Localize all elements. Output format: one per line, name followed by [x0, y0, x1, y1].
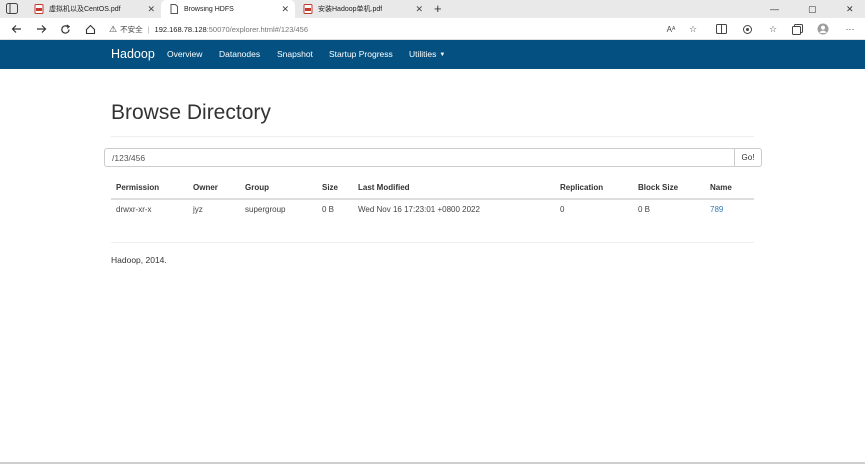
- close-tab-icon[interactable]: ✕: [415, 4, 423, 14]
- cell-block-size: 0 B: [638, 205, 651, 214]
- header-replication[interactable]: Replication: [560, 183, 603, 192]
- profile-avatar[interactable]: [816, 22, 830, 36]
- page-title: Browse Directory: [111, 101, 271, 124]
- tab-actions-icon[interactable]: [6, 3, 20, 15]
- header-owner[interactable]: Owner: [193, 183, 218, 192]
- refresh-icon[interactable]: [58, 22, 72, 36]
- table-header-divider: [111, 198, 754, 200]
- hadoop-navbar: Hadoop Overview Datanodes Snapshot Start…: [0, 40, 865, 69]
- home-icon[interactable]: [83, 22, 97, 36]
- forward-icon[interactable]: [34, 22, 48, 36]
- header-size[interactable]: Size: [322, 183, 338, 192]
- cell-permission: drwxr-xr-x: [116, 205, 152, 214]
- directory-input[interactable]: [104, 148, 735, 167]
- close-window-button[interactable]: ✕: [846, 3, 854, 15]
- go-button[interactable]: Go!: [734, 148, 762, 167]
- warning-icon: ⚠: [109, 23, 118, 34]
- address-path: :50070/explorer.html#/123/456: [206, 24, 308, 34]
- nav-datanodes[interactable]: Datanodes: [219, 49, 260, 59]
- pdf-icon: [34, 4, 44, 14]
- browser-toolbar: ⚠ 不安全 | 192.168.78.128:50070/explorer.ht…: [0, 18, 865, 40]
- maximize-button[interactable]: ▢: [808, 3, 817, 15]
- read-aloud-icon[interactable]: AA: [664, 22, 678, 36]
- footer-text: Hadoop, 2014.: [111, 255, 167, 265]
- address-host: 192.168.78.128: [154, 24, 207, 34]
- collections-icon[interactable]: [790, 22, 804, 36]
- more-menu-icon[interactable]: ···: [843, 22, 857, 36]
- header-block-size[interactable]: Block Size: [638, 183, 678, 192]
- page-icon: [169, 4, 179, 14]
- pdf-icon: [303, 4, 313, 14]
- browser-tab-2[interactable]: Browsing HDFS ✕: [161, 0, 295, 18]
- chevron-down-icon: ▼: [439, 51, 446, 58]
- header-name[interactable]: Name: [710, 183, 732, 192]
- cell-last-modified: Wed Nov 16 17:23:01 +0800 2022: [358, 205, 480, 214]
- address-bar[interactable]: ⚠ 不安全 | 192.168.78.128:50070/explorer.ht…: [109, 21, 709, 37]
- browser-tab-strip: 虚拟机以及CentOS.pdf ✕ Browsing HDFS ✕ 安装Hado…: [0, 0, 865, 18]
- browser-tab-1[interactable]: 虚拟机以及CentOS.pdf ✕: [26, 0, 161, 18]
- favorite-add-icon[interactable]: ☆: [686, 22, 700, 36]
- security-label: 不安全: [120, 24, 143, 34]
- extensions-icon[interactable]: [740, 22, 754, 36]
- tab-title: 虚拟机以及CentOS.pdf: [49, 6, 121, 13]
- close-tab-icon[interactable]: ✕: [281, 4, 289, 14]
- cell-size: 0 B: [322, 205, 335, 214]
- header-last-modified[interactable]: Last Modified: [358, 183, 410, 192]
- browser-tab-3[interactable]: 安装Hadoop单机.pdf ✕: [295, 0, 429, 18]
- brand-link[interactable]: Hadoop: [111, 47, 155, 61]
- nav-startup-progress[interactable]: Startup Progress: [329, 49, 393, 59]
- footer-divider: [111, 242, 754, 243]
- tab-title: Browsing HDFS: [184, 5, 234, 13]
- nav-utilities-dropdown[interactable]: Utilities ▼: [409, 49, 445, 59]
- cell-group: supergroup: [245, 205, 286, 214]
- cell-replication: 0: [560, 205, 565, 214]
- header-group[interactable]: Group: [245, 183, 269, 192]
- cell-name: 789: [710, 205, 723, 214]
- split-screen-icon[interactable]: [714, 22, 728, 36]
- tab-title: 安装Hadoop单机.pdf: [318, 6, 383, 13]
- address-separator: |: [147, 24, 150, 34]
- minimize-button[interactable]: —: [770, 3, 779, 15]
- header-permission[interactable]: Permission: [116, 183, 159, 192]
- new-tab-button[interactable]: +: [434, 1, 442, 17]
- close-tab-icon[interactable]: ✕: [147, 4, 155, 14]
- nav-snapshot[interactable]: Snapshot: [277, 49, 313, 59]
- nav-utilities-label: Utilities: [409, 49, 437, 59]
- nav-overview[interactable]: Overview: [167, 49, 202, 59]
- cell-owner: jyz: [193, 205, 203, 214]
- title-divider: [111, 136, 754, 137]
- directory-link[interactable]: 789: [710, 205, 723, 214]
- back-icon[interactable]: [9, 22, 23, 36]
- favorites-icon[interactable]: ☆: [766, 22, 780, 36]
